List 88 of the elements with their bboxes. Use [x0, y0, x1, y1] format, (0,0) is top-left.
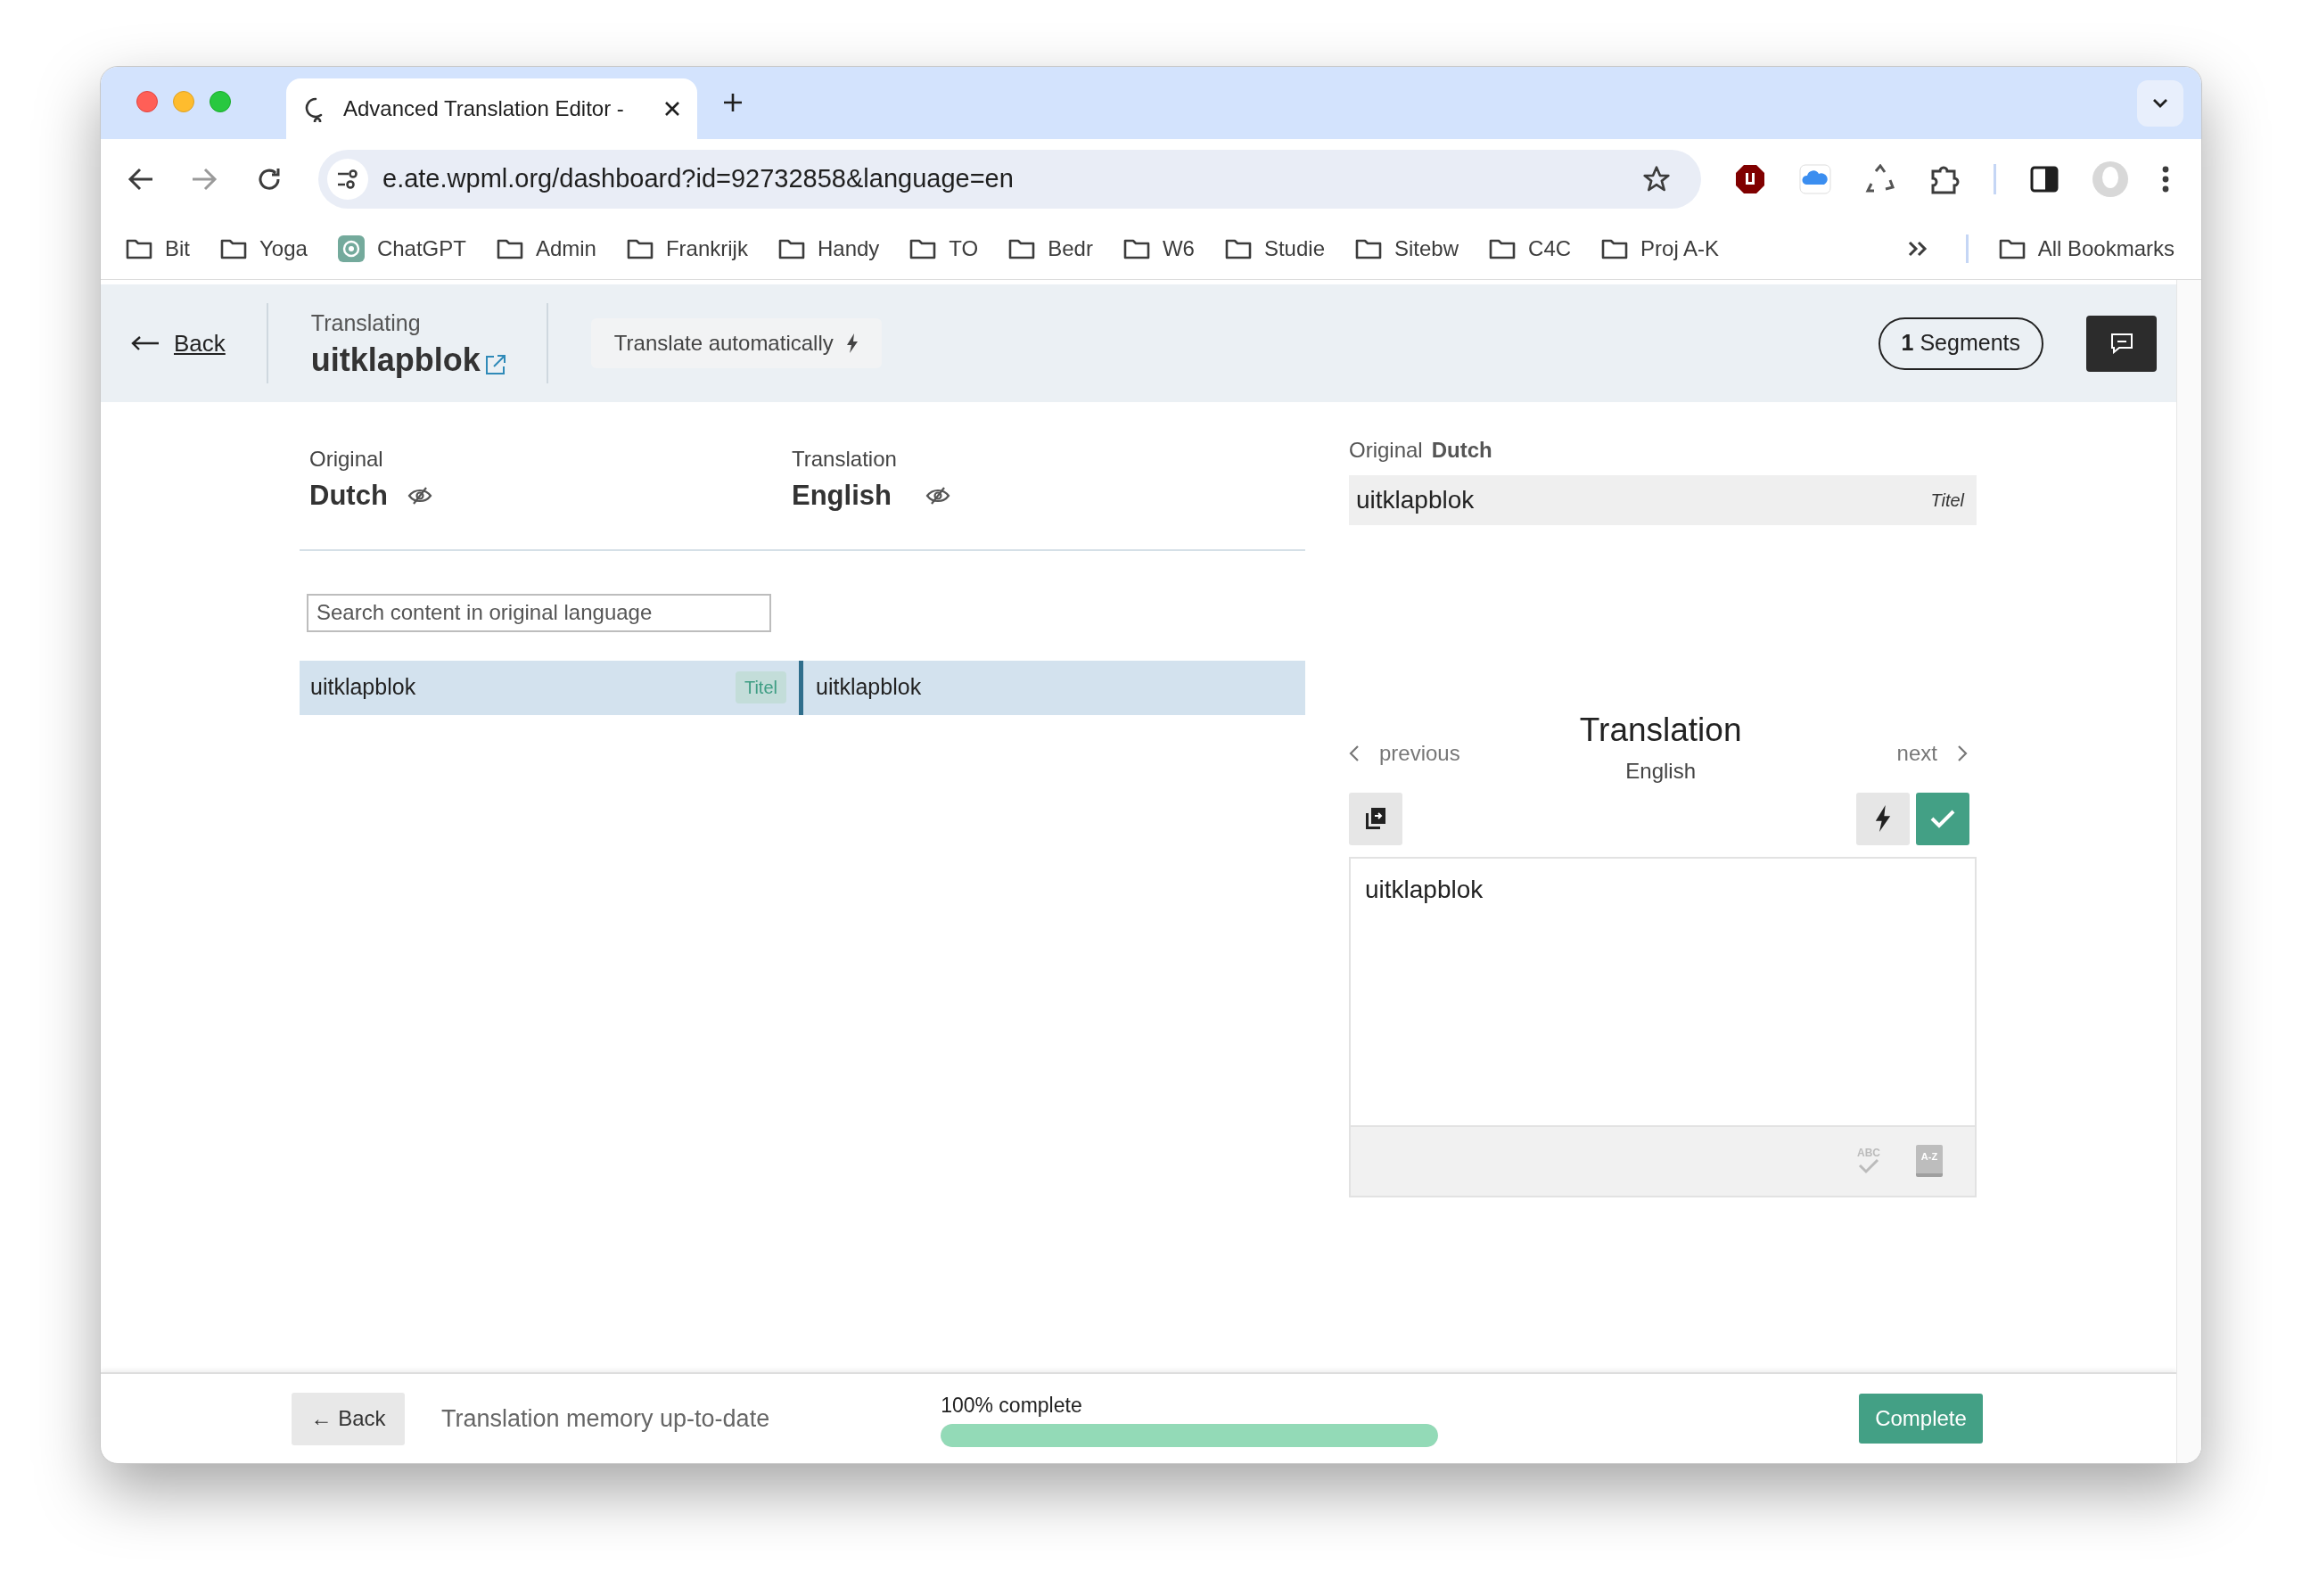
bookmark-label[interactable]: Admin [535, 233, 596, 265]
chatbot-logo-icon [337, 235, 365, 262]
back-link[interactable]: Back [131, 325, 226, 361]
folder-icon [909, 237, 937, 260]
forward-arrow-icon[interactable] [191, 166, 218, 192]
previous-button[interactable]: previous [1349, 737, 1460, 769]
folder-icon [496, 237, 523, 260]
comment-icon [2109, 333, 2133, 354]
target-language: English [1625, 757, 1696, 785]
folder-icon [1489, 237, 1517, 260]
source-language: Dutch [1431, 437, 1492, 464]
bookmark-label[interactable]: Handy [817, 233, 880, 265]
star-icon[interactable] [1642, 164, 1671, 193]
segment-row[interactable]: uitklapblok Titel uitklapblok [300, 660, 1305, 715]
tab-search-button[interactable] [2137, 79, 2183, 127]
close-icon[interactable] [663, 100, 681, 118]
translation-input[interactable]: uitklapblok [1351, 858, 1975, 1125]
check-icon [1930, 809, 1955, 828]
bookmark-label[interactable]: Bit [165, 233, 190, 265]
site-settings-icon[interactable] [336, 169, 359, 189]
back-arrow-icon[interactable] [127, 166, 154, 192]
translated-text: uitklapblok [816, 673, 922, 702]
chevron-left-icon [1349, 745, 1360, 762]
bookmark-label[interactable]: Yoga [259, 233, 308, 265]
cloud-icon[interactable] [1799, 163, 1831, 194]
folder-icon [777, 237, 805, 260]
status-text: Translation memory up-to-date [441, 1403, 770, 1434]
new-tab-icon[interactable] [722, 91, 744, 113]
original-text: uitklapblok [310, 673, 416, 702]
bookmark-label[interactable]: Proj A-K [1640, 233, 1720, 265]
external-link-icon[interactable] [483, 353, 507, 377]
folder-icon [1224, 237, 1252, 260]
subtitle: Translating [310, 309, 422, 337]
auto-translate-button[interactable] [1856, 792, 1910, 845]
chevron-right-icon [1957, 745, 1968, 762]
double-chevron-icon[interactable] [1906, 240, 1928, 258]
field-tag: Titel [735, 671, 786, 703]
scrollbar-track[interactable] [2176, 280, 2201, 1463]
copy-original-button[interactable] [1349, 792, 1402, 845]
document-title: uitklapblok [310, 341, 481, 381]
bookmark-label[interactable]: C4C [1528, 233, 1572, 265]
folder-icon [1122, 237, 1150, 260]
segments-button[interactable]: 1 Segments [1878, 317, 2043, 370]
field-tag: Titel [1930, 487, 1969, 514]
progress-label: 100% complete [941, 1392, 1083, 1419]
original-language: Dutch [309, 479, 388, 513]
translate-automatically-button[interactable]: Translate automatically [590, 318, 882, 368]
bookmark-label[interactable]: Bedr [1048, 233, 1093, 265]
comments-button[interactable] [2086, 315, 2157, 372]
folder-icon [1601, 237, 1629, 260]
browser-tab[interactable]: Advanced Translation Editor - [286, 78, 697, 139]
footer-back-button[interactable]: ← Back [292, 1392, 405, 1445]
url-text: e.ate.wpml.org/dashboard?id=92732858&language=en [382, 162, 1015, 194]
bookmark-label[interactable]: Frankrijk [665, 233, 748, 265]
folder-icon [1998, 237, 2026, 260]
lightning-icon [1874, 805, 1892, 832]
editor-title: Translation [1579, 711, 1742, 750]
tab-title: Advanced Translation Editor - [343, 95, 625, 122]
copy-icon [1364, 806, 1387, 831]
folder-icon [1008, 237, 1036, 260]
folder-icon [126, 237, 152, 260]
lightning-icon [845, 333, 859, 353]
folder-icon [626, 237, 654, 260]
source-text: uitklapblok [1356, 485, 1475, 515]
menu-icon[interactable] [2162, 165, 2169, 193]
eye-slash-icon[interactable] [407, 486, 432, 506]
translation-language: English [792, 479, 892, 513]
folder-icon [220, 237, 247, 260]
search-field[interactable]: Search content in original language [307, 593, 771, 632]
bookmark-label[interactable]: W6 [1162, 233, 1195, 265]
chevron-down-icon [2152, 97, 2168, 109]
address-bar[interactable]: e.ate.wpml.org/dashboard?id=92732858&language=en [318, 149, 1701, 209]
eye-slash-icon[interactable] [925, 486, 950, 506]
translation-label: Translation [792, 446, 898, 473]
bookmark-label[interactable]: All Bookmarks [2037, 233, 2175, 265]
source-label: Original [1349, 437, 1423, 464]
bookmark-label[interactable]: Studie [1263, 233, 1325, 265]
confirm-button[interactable] [1916, 792, 1969, 845]
side-panel-icon[interactable] [2030, 164, 2059, 193]
folder-icon [1355, 237, 1382, 260]
bookmark-label[interactable]: Sitebw [1394, 233, 1459, 265]
close-window-icon[interactable] [136, 90, 158, 112]
bookmark-label[interactable]: TO [949, 233, 979, 265]
back-arrow-icon [131, 335, 160, 351]
next-button[interactable]: next [1896, 737, 1977, 769]
original-label: Original [309, 446, 384, 473]
shield-extension-icon[interactable] [1735, 163, 1765, 194]
bookmark-label[interactable]: ChatGPT [376, 233, 466, 265]
